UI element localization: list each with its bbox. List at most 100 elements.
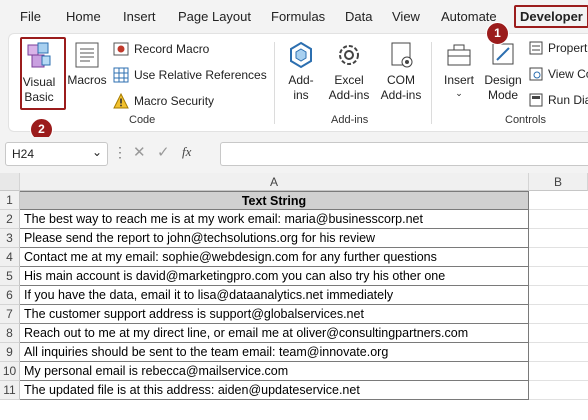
row-header[interactable]: 6 (0, 286, 20, 305)
row-header[interactable]: 8 (0, 324, 20, 343)
empty-cell[interactable] (529, 210, 588, 229)
excel-addins-button[interactable]: Excel Add-ins (325, 40, 373, 103)
group-divider (431, 42, 432, 124)
empty-cell[interactable] (529, 362, 588, 381)
column-header-a[interactable]: A (20, 173, 529, 191)
empty-cell[interactable] (529, 286, 588, 305)
worksheet-grid: A B 1 Text String 2 The best way to reach m… (0, 173, 588, 420)
visual-basic-icon (27, 42, 51, 68)
record-macro-icon (113, 42, 129, 56)
table-cell[interactable]: Reach out to me at my direct line, or em… (20, 324, 529, 343)
chevron-down-icon[interactable]: ⌄ (92, 145, 102, 159)
macros-label: Macros (67, 73, 107, 87)
insert-controls-label: Insert (443, 73, 474, 87)
step-badge-1: 1 (486, 22, 509, 45)
record-macro-button[interactable]: Record Macro (113, 41, 209, 57)
tab-insert[interactable]: Insert (123, 9, 156, 24)
tab-page-layout[interactable]: Page Layout (178, 9, 251, 24)
macro-security-label: Macro Security (134, 94, 215, 108)
table-cell[interactable]: Please send the report to john@techsolut… (20, 229, 529, 248)
addins-button[interactable]: Add- ins (281, 40, 321, 103)
tab-data[interactable]: Data (345, 9, 372, 24)
name-box-value: H24 (12, 147, 35, 161)
table-cell[interactable]: The customer support address is support@… (20, 305, 529, 324)
record-macro-label: Record Macro (134, 42, 210, 56)
row-header[interactable]: 4 (0, 248, 20, 267)
insert-function-icon[interactable]: fx (182, 144, 191, 160)
addins-group-label: Add-ins (331, 114, 369, 126)
table-cell[interactable]: The best way to reach me is at my work e… (20, 210, 529, 229)
gear-icon (339, 45, 359, 65)
view-code-icon (529, 67, 543, 81)
ribbon-panel: Visual Basic Macros Record Macro Use Rel… (8, 33, 588, 132)
com-addins-icon (391, 42, 413, 68)
visual-basic-button[interactable]: Visual Basic (17, 40, 61, 105)
chevron-down-icon: ⌄ (455, 88, 463, 98)
empty-cell[interactable] (529, 191, 588, 210)
row-header[interactable]: 7 (0, 305, 20, 324)
excel-addins-label: Excel Add-ins (328, 73, 370, 102)
tab-formulas[interactable]: Formulas (271, 9, 325, 24)
tab-automate[interactable]: Automate (441, 9, 497, 24)
row-header[interactable]: 5 (0, 267, 20, 286)
com-addins-label: COM Add-ins (380, 73, 422, 102)
view-code-button[interactable]: View Co (529, 67, 588, 81)
run-dialog-label: Run Dia (548, 93, 588, 107)
insert-controls-button[interactable]: Insert ⌄ (439, 40, 479, 98)
addins-icon (290, 41, 312, 69)
tab-file[interactable]: File (20, 9, 41, 24)
relative-references-label: Use Relative References (134, 68, 267, 82)
macro-security-button[interactable]: Macro Security (113, 93, 214, 109)
properties-icon (529, 41, 543, 55)
properties-label: Properti (548, 41, 588, 55)
controls-group-label: Controls (505, 114, 546, 126)
visual-basic-label: Visual Basic (22, 75, 56, 104)
row-header[interactable]: 2 (0, 210, 20, 229)
warning-icon (113, 93, 129, 109)
macros-button[interactable]: Macros (65, 40, 109, 88)
toolbox-icon (447, 44, 471, 66)
empty-cell[interactable] (529, 343, 588, 362)
cancel-icon[interactable]: ✕ (133, 143, 146, 161)
row-header[interactable]: 3 (0, 229, 20, 248)
table-cell[interactable]: If you have the data, email it to lisa@d… (20, 286, 529, 305)
tab-view[interactable]: View (392, 9, 420, 24)
properties-button[interactable]: Properti (529, 41, 588, 55)
empty-cell[interactable] (529, 267, 588, 286)
empty-cell[interactable] (529, 305, 588, 324)
empty-cell[interactable] (529, 324, 588, 343)
view-code-label: View Co (548, 67, 588, 81)
design-mode-button[interactable]: Design Mode (483, 40, 523, 103)
select-all-corner[interactable] (0, 173, 20, 191)
run-dialog-icon (529, 93, 543, 107)
design-mode-label: Design Mode (484, 73, 522, 102)
table-cell[interactable]: His main account is david@marketingpro.c… (20, 267, 529, 286)
table-cell[interactable]: The updated file is at this address: aid… (20, 381, 529, 400)
group-divider (274, 42, 275, 124)
confirm-icon[interactable]: ✓ (157, 143, 170, 161)
table-header-cell[interactable]: Text String (20, 191, 529, 210)
addins-label: Add- ins (288, 73, 314, 102)
name-box[interactable]: H24 ⌄ (5, 142, 108, 166)
use-relative-references-button[interactable]: Use Relative References (113, 67, 267, 83)
run-dialog-button[interactable]: Run Dia (529, 93, 588, 107)
tab-developer[interactable]: Developer (514, 5, 588, 28)
row-header[interactable]: 11 (0, 381, 20, 400)
design-mode-icon (492, 43, 514, 65)
column-header-b[interactable]: B (529, 173, 588, 191)
code-group-label: Code (129, 114, 156, 126)
row-header[interactable]: 10 (0, 362, 20, 381)
more-dots-icon: ⋮ (113, 144, 127, 160)
com-addins-button[interactable]: COM Add-ins (377, 40, 425, 103)
tab-home[interactable]: Home (66, 9, 101, 24)
empty-cell[interactable] (529, 229, 588, 248)
macros-icon (75, 42, 99, 68)
empty-cell[interactable] (529, 381, 588, 400)
table-cell[interactable]: Contact me at my email: sophie@webdesign… (20, 248, 529, 267)
table-cell[interactable]: My personal email is rebecca@mailservice… (20, 362, 529, 381)
formula-input[interactable] (220, 142, 588, 166)
empty-cell[interactable] (529, 248, 588, 267)
row-header[interactable]: 9 (0, 343, 20, 362)
table-cell[interactable]: All inquiries should be sent to the team… (20, 343, 529, 362)
row-header[interactable]: 1 (0, 191, 20, 210)
